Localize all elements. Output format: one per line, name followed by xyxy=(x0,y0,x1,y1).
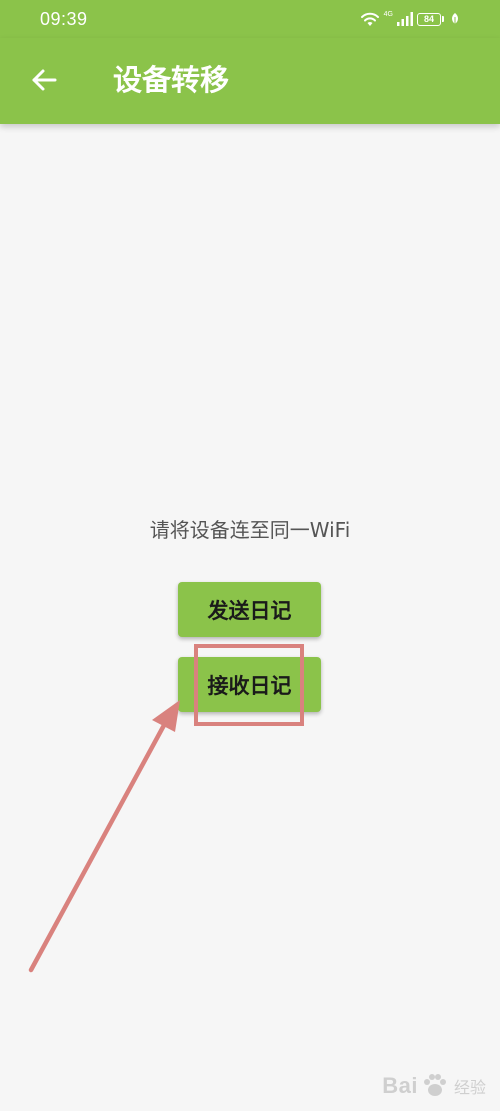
annotation-arrow xyxy=(28,700,180,973)
back-button[interactable] xyxy=(24,60,64,100)
network-type-label: 4G xyxy=(383,10,393,18)
battery-icon: 84 xyxy=(417,12,441,26)
receive-diary-button[interactable]: 接收日记 xyxy=(178,657,321,712)
status-time: 09:39 xyxy=(40,9,88,29)
app-bar: 设备转移 xyxy=(0,38,500,124)
paw-icon xyxy=(423,1074,446,1096)
signal-icon xyxy=(397,12,413,26)
send-diary-button[interactable]: 发送日记 xyxy=(178,582,321,637)
wifi-icon xyxy=(360,12,379,26)
leaf-icon xyxy=(452,13,458,26)
watermark-suffix: 经验 xyxy=(453,1078,486,1097)
watermark: Bai 经验 xyxy=(382,1069,486,1103)
wifi-hint-text: 请将设备连至同一WiFi xyxy=(149,518,351,542)
status-bar: 09:39 4G 84 xyxy=(0,0,500,38)
status-icons: 4G 84 xyxy=(360,8,460,30)
page-title: 设备转移 xyxy=(113,63,230,97)
battery-level: 84 xyxy=(423,13,434,24)
battery-cap xyxy=(442,16,444,22)
arrow-left-icon xyxy=(32,69,57,91)
watermark-text: Bai xyxy=(382,1073,418,1098)
